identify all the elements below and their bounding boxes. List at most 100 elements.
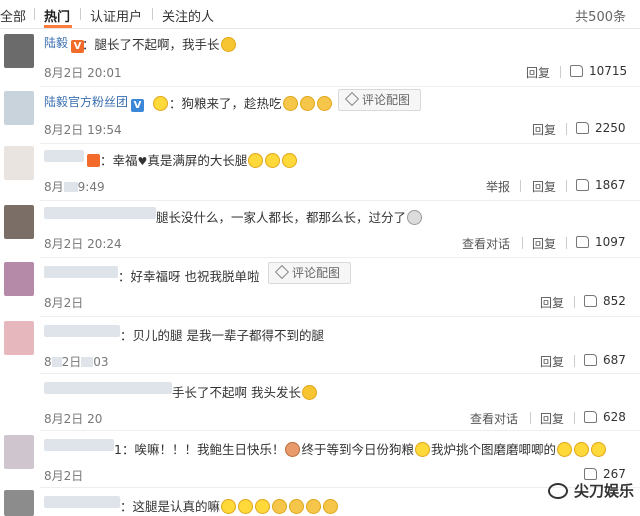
reply-button[interactable]: 回复 (540, 353, 564, 370)
view-conversation-button[interactable]: 查看对话 (470, 410, 518, 427)
verified-badge: V (131, 99, 145, 112)
reply-button[interactable]: 回复 (526, 64, 550, 81)
comment-item: ：这腿是认真的嘛 (0, 488, 640, 516)
reply-button[interactable]: 回复 (532, 178, 556, 195)
avatar[interactable] (4, 34, 34, 68)
reply-button[interactable]: 回复 (540, 410, 564, 427)
dog-emoji-icon (248, 153, 264, 168)
action-divider (530, 412, 531, 424)
laugh-cry-emoji-icon (306, 499, 322, 514)
comment-item: ：贝儿的腿 是我一辈子都得不到的腿 8 2日 03 回复 687 (0, 317, 640, 373)
blurred-username (44, 266, 118, 278)
comment-text: ：贝儿的腿 是我一辈子都得不到的腿 (120, 328, 324, 343)
comment-time: 8月2日 19:54 (44, 123, 122, 137)
avatar[interactable] (4, 321, 34, 355)
tab-verified-users[interactable]: 认证用户 (90, 6, 142, 25)
laugh-cry-emoji-icon (323, 499, 339, 514)
member-badge-icon (87, 154, 100, 167)
comment-image-button[interactable]: 评论配图 (268, 262, 352, 284)
action-divider (522, 237, 523, 249)
comment-time: 8月2日 20:24 (44, 237, 122, 251)
tab-divider (34, 8, 35, 20)
action-divider (574, 355, 575, 367)
avatar[interactable] (4, 435, 34, 469)
tab-hot[interactable]: 热门 (44, 6, 70, 25)
cry-emoji-icon (299, 96, 315, 111)
blurred-username (44, 325, 120, 337)
blurred-username (44, 382, 172, 394)
laugh-cry-emoji-icon (272, 499, 288, 514)
dog-emoji-icon (574, 442, 589, 457)
blurred-username (44, 207, 156, 219)
face-emoji-icon (301, 385, 317, 400)
like-button[interactable]: 10715 (570, 64, 627, 78)
comment-item: 腿长没什么，一家人都长，都那么长，过分了 8月2日 20:24 查看对话 回复 … (0, 201, 640, 257)
thumb-up-icon (576, 179, 589, 191)
tag-icon (344, 91, 360, 107)
dog-emoji-icon (557, 442, 572, 457)
thumb-up-icon (576, 122, 589, 134)
comment-count: 共500条 (575, 10, 626, 25)
thumb-up-icon (576, 236, 589, 248)
comment-filter-tabs: 全部 热门 认证用户 关注的人 共500条 (0, 0, 640, 29)
comment-author[interactable]: 陆毅 V (44, 34, 85, 53)
dog-emoji-icon (153, 96, 168, 111)
smile-emoji-icon (220, 37, 236, 52)
comment-text: 手长了不起啊 我头发长 (172, 382, 318, 401)
thumb-up-icon (570, 65, 583, 77)
face-emoji-icon (407, 210, 423, 225)
comment-text: 1：唉嘛！！！我鲍生日快乐！ 终于等到今日份狗粮 我炉挑个图磨磨唧唧的 (114, 439, 607, 458)
avatar[interactable] (4, 205, 34, 239)
like-button[interactable]: 1867 (576, 178, 626, 192)
comment-text: ：狗粮来了，趁热吃 (152, 93, 333, 112)
like-button[interactable]: 628 (584, 410, 626, 424)
like-button[interactable]: 1097 (576, 235, 626, 249)
reply-button[interactable]: 回复 (540, 294, 564, 311)
tab-following[interactable]: 关注的人 (162, 6, 214, 25)
dog-emoji-icon (221, 499, 237, 514)
comment-time: 8月2日 (44, 296, 84, 310)
comment-time: 8月2日 20 (44, 412, 103, 426)
action-divider (566, 123, 567, 135)
reply-button[interactable]: 回复 (532, 235, 556, 252)
tab-all[interactable]: 全部 (0, 6, 26, 25)
comment-item: 1：唉嘛！！！我鲍生日快乐！ 终于等到今日份狗粮 我炉挑个图磨磨唧唧的 8月2日 2… (0, 431, 640, 487)
like-button[interactable]: 852 (584, 294, 626, 308)
like-button[interactable]: 2250 (576, 121, 626, 135)
thumb-up-icon (584, 411, 597, 423)
thumb-up-icon (584, 295, 597, 307)
laugh-cry-emoji-icon (289, 499, 305, 514)
dog-emoji-icon (255, 499, 271, 514)
comment-time: 8月2日 20:01 (44, 66, 122, 80)
avatar[interactable] (4, 378, 34, 412)
action-divider (574, 412, 575, 424)
like-button[interactable]: 687 (584, 353, 626, 367)
comment-text: 腿长没什么，一家人都长，都那么长，过分了 (156, 207, 423, 226)
comment-time: 8月 9:49 (44, 180, 105, 194)
thumb-up-icon (584, 354, 597, 366)
avatar[interactable] (4, 91, 34, 125)
dog-emoji-icon (265, 153, 281, 168)
avatar[interactable] (4, 146, 34, 180)
blurred-username (44, 439, 114, 451)
comment-time: 8月2日 (44, 469, 84, 483)
thumb-up-icon (584, 468, 597, 480)
comment-item: ：好幸福呀 也祝我脱单啦 评论配图 8月2日 回复 852 (0, 258, 640, 316)
comment-author[interactable]: 陆毅官方粉丝团 V (44, 93, 145, 112)
like-button[interactable]: 267 (584, 467, 626, 481)
comment-image-button[interactable]: 评论配图 (338, 89, 422, 111)
report-button[interactable]: 举报 (486, 178, 510, 195)
dog-emoji-icon (282, 153, 298, 168)
dog-emoji-icon (591, 442, 606, 457)
figure-emoji-icon (285, 442, 301, 457)
action-divider (560, 66, 561, 78)
reply-button[interactable]: 回复 (532, 121, 556, 138)
comment-text: ：腿长了不起啊，我手长 (82, 34, 237, 53)
avatar[interactable] (4, 262, 34, 296)
view-conversation-button[interactable]: 查看对话 (462, 235, 510, 252)
tab-divider (80, 8, 81, 20)
avatar[interactable] (4, 490, 34, 516)
comment-time: 8 2日 03 (44, 355, 109, 369)
blurred-username (44, 150, 84, 162)
tag-icon (274, 264, 290, 280)
